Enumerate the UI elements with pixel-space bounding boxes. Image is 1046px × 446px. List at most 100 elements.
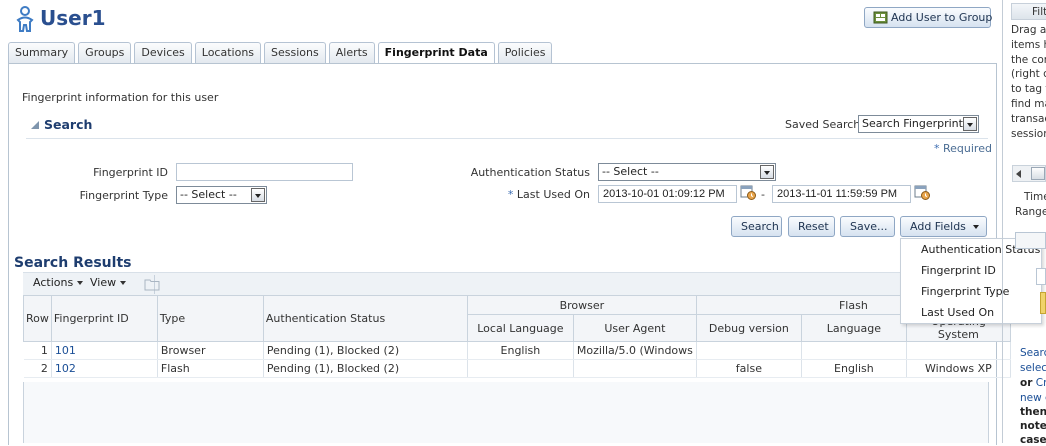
results-table: Row Fingerprint ID Type Authentication S…	[23, 295, 1011, 378]
cell-type: Flash	[157, 359, 264, 378]
search-section-title[interactable]: Search	[32, 117, 92, 132]
column-header-debug-version[interactable]: Debug version	[695, 314, 802, 342]
chevron-down-icon	[251, 188, 265, 202]
table-row[interactable]: 1 101 Browser Pending (1), Blocked (2) E…	[23, 341, 1011, 360]
help-line: or Cr	[1020, 377, 1046, 389]
cell-local-language: English	[467, 341, 574, 360]
cell-local-language	[467, 359, 574, 378]
fingerprint-id-link[interactable]: 101	[55, 344, 76, 357]
tab-locations[interactable]: Locations	[194, 42, 262, 63]
column-header-type[interactable]: Type	[156, 295, 264, 342]
panel-splitter[interactable]	[1002, 0, 1003, 443]
folder-icon[interactable]	[144, 277, 160, 291]
saved-search-value: Search Fingerprints	[862, 117, 969, 130]
help-bold-text: case-	[1020, 434, 1046, 446]
reset-button[interactable]: Reset	[788, 216, 835, 237]
add-group-icon	[873, 11, 888, 24]
fingerprint-id-label: Fingerprint ID	[93, 166, 168, 179]
required-label: Required	[943, 142, 992, 155]
column-header-user-agent[interactable]: User Agent	[572, 314, 697, 342]
search-button[interactable]: Search	[731, 216, 782, 237]
help-link[interactable]: Cr	[1032, 377, 1046, 389]
fingerprint-id-input[interactable]	[176, 163, 353, 181]
last-used-label-wrap: * Last Used On	[440, 188, 590, 201]
fingerprint-id-link[interactable]: 102	[55, 362, 76, 375]
highlight-button[interactable]	[1040, 292, 1046, 314]
add-fields-menu: Authentication Status Fingerprint ID Fin…	[900, 238, 1042, 324]
filter-help-line: the cor	[1011, 54, 1046, 66]
filter-input[interactable]	[1036, 268, 1046, 285]
auth-status-label: Authentication Status	[470, 166, 590, 179]
cell-row: 1	[23, 341, 52, 360]
filter-help-line: find ma	[1011, 98, 1046, 110]
cell-user-agent	[573, 359, 697, 378]
filter-panel-header[interactable]: Filt	[1011, 3, 1046, 20]
cell-operating-system: Windows XP	[906, 359, 1011, 378]
column-header-auth-status[interactable]: Authentication Status	[262, 295, 468, 342]
page-title: User1	[40, 6, 106, 30]
filter-help-line: (right c	[1011, 68, 1046, 80]
table-empty-area	[23, 382, 989, 443]
tab-sessions[interactable]: Sessions	[264, 42, 326, 63]
calendar-icon[interactable]	[740, 184, 756, 200]
add-user-to-group-button[interactable]: Add User to Group	[864, 7, 992, 28]
cell-fingerprint-id: 102	[51, 359, 158, 378]
cell-language: English	[801, 359, 907, 378]
time-range-input[interactable]	[1015, 232, 1046, 249]
tab-groups[interactable]: Groups	[78, 42, 132, 63]
group-header-browser: Browser	[466, 295, 697, 315]
horizontal-scrollbar[interactable]	[1012, 165, 1046, 182]
saved-search-select[interactable]: Search Fingerprints	[858, 115, 979, 133]
chevron-down-icon	[120, 281, 127, 285]
help-link[interactable]: new c	[1020, 392, 1046, 404]
help-bold-text: or	[1020, 377, 1033, 389]
cell-auth-status: Pending (1), Blocked (2)	[263, 341, 468, 360]
column-header-fingerprint-id[interactable]: Fingerprint ID	[50, 295, 158, 342]
column-header-row[interactable]: Row	[23, 295, 52, 342]
scroll-thumb[interactable]	[1031, 167, 1045, 180]
time-label: Time	[1024, 191, 1046, 203]
tab-fingerprint-data[interactable]: Fingerprint Data	[377, 42, 495, 64]
view-label: View	[90, 276, 117, 289]
cell-debug-version: false	[696, 359, 802, 378]
column-header-local-language[interactable]: Local Language	[466, 314, 574, 342]
results-toolbar: Actions View	[23, 272, 989, 295]
help-link[interactable]: selec	[1020, 362, 1046, 374]
user-icon	[16, 6, 34, 32]
filter-help-line: Drag ar	[1011, 24, 1046, 36]
save-button[interactable]: Save...	[840, 216, 895, 237]
last-used-from-input[interactable]	[598, 185, 737, 203]
tab-devices[interactable]: Devices	[134, 42, 192, 63]
table-row[interactable]: 2 102 Flash Pending (1), Blocked (2) fal…	[23, 359, 1011, 378]
column-header-language[interactable]: Language	[800, 314, 907, 342]
auth-status-select[interactable]: -- Select --	[598, 163, 776, 181]
menu-item-last-used-on[interactable]: Last Used On	[921, 306, 994, 319]
scroll-left-icon[interactable]	[1016, 170, 1021, 178]
add-fields-button[interactable]: Add Fields	[900, 216, 987, 237]
chevron-down-icon	[760, 165, 774, 179]
help-line: then c	[1020, 406, 1046, 418]
cell-language	[801, 341, 907, 360]
cell-operating-system	[906, 341, 1011, 360]
tab-alerts[interactable]: Alerts	[328, 42, 375, 63]
filter-help-line: items h	[1011, 39, 1046, 51]
tab-policies[interactable]: Policies	[497, 42, 553, 63]
cell-debug-version	[696, 341, 802, 360]
cell-auth-status: Pending (1), Blocked (2)	[263, 359, 468, 378]
filter-help-line: to tag t	[1011, 83, 1046, 95]
last-used-to-input[interactable]	[772, 185, 911, 203]
menu-item-fingerprint-type[interactable]: Fingerprint Type	[921, 285, 1009, 298]
help-link[interactable]: Searc	[1020, 347, 1046, 359]
view-menu[interactable]: View	[90, 276, 127, 289]
divider	[26, 138, 988, 139]
calendar-icon[interactable]	[914, 184, 930, 200]
help-bold-text: notes	[1020, 420, 1046, 432]
actions-menu[interactable]: Actions	[33, 276, 84, 289]
menu-item-fingerprint-id[interactable]: Fingerprint ID	[921, 264, 996, 277]
search-results-title: Search Results	[14, 255, 132, 271]
fingerprint-type-select[interactable]: -- Select --	[176, 186, 267, 204]
date-range-dash: -	[761, 188, 765, 201]
tab-summary[interactable]: Summary	[8, 42, 76, 63]
actions-label: Actions	[33, 276, 74, 289]
cell-fingerprint-id: 101	[51, 341, 158, 360]
